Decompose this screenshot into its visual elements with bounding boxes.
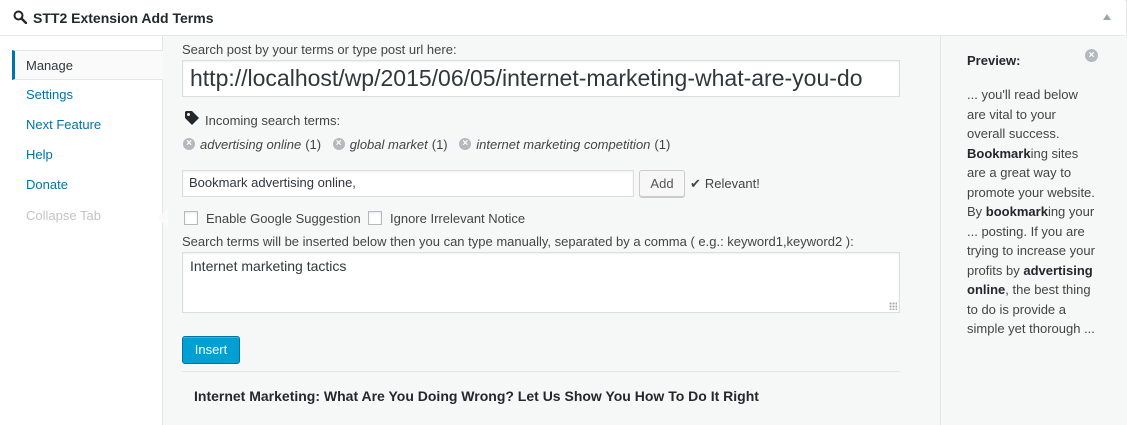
preview-highlight: bookmark — [985, 204, 1048, 219]
incoming-term: × internet marketing competition (1) — [459, 137, 670, 152]
sidebar-item-help[interactable]: Help — [12, 140, 163, 170]
preview-segment: ... you'll read below are vital to your … — [967, 87, 1078, 141]
term-text[interactable]: advertising online — [200, 137, 301, 152]
nav-pointer-arrow — [158, 208, 168, 228]
insert-button[interactable]: Insert — [182, 336, 240, 364]
divider — [182, 371, 900, 372]
add-button[interactable]: Add — [639, 170, 685, 197]
sidebar-item-donate[interactable]: Donate — [12, 170, 163, 200]
main-panel: Search post by your terms or type post u… — [162, 36, 940, 425]
google-suggestion-label[interactable]: Enable Google Suggestion — [206, 211, 361, 226]
term-count: (1) — [431, 136, 448, 152]
checkmark-icon: ✔ — [690, 176, 701, 191]
preview-title: Preview: — [967, 53, 1021, 68]
terms-textarea[interactable]: Internet marketing tactics — [182, 252, 900, 313]
incoming-term: × advertising online (1) — [183, 137, 321, 152]
sidebar-item-manage[interactable]: Manage — [12, 50, 163, 80]
incoming-terms-list: × advertising online (1) × global market… — [183, 134, 678, 152]
keyword-input[interactable]: Bookmark advertising online, — [182, 170, 634, 197]
sidebar-item-collapse-tab[interactable]: Collapse Tab — [12, 201, 163, 231]
url-label: Search post by your terms or type post u… — [182, 42, 457, 57]
instructions-text: Search terms will be inserted below then… — [182, 234, 854, 249]
ignore-notice-checkbox[interactable] — [368, 211, 382, 225]
sidebar-item-settings[interactable]: Settings — [12, 80, 163, 110]
sidebar-nav: Manage Settings Next Feature Help Donate… — [12, 36, 168, 425]
url-input[interactable]: http://localhost/wp/2015/06/05/internet-… — [182, 60, 900, 97]
collapse-toggle-icon[interactable] — [1103, 14, 1111, 20]
remove-term-icon[interactable]: × — [183, 138, 195, 150]
term-count: (1) — [305, 136, 322, 152]
google-suggestion-checkbox[interactable] — [184, 211, 198, 225]
preview-panel: Preview: × ... you'll read below are vit… — [940, 36, 1127, 425]
sidebar-item-next-feature[interactable]: Next Feature — [12, 110, 163, 140]
incoming-terms-label: Incoming search terms: — [205, 113, 341, 128]
terms-textarea-value: Internet marketing tactics — [190, 258, 347, 274]
meta-box-header: STT2 Extension Add Terms — [0, 0, 1125, 36]
preview-text: ... you'll read below are vital to your … — [967, 85, 1097, 339]
remove-term-icon[interactable]: × — [459, 138, 472, 150]
ignore-notice-label[interactable]: Ignore Irrelevant Notice — [390, 211, 525, 226]
preview-highlight: Bookmark — [967, 145, 1031, 161]
post-title: Internet Marketing: What Are You Doing W… — [194, 388, 759, 404]
term-text[interactable]: internet marketing competition — [476, 137, 650, 152]
incoming-term: × global market (1) — [332, 136, 448, 152]
term-text[interactable]: global market — [350, 137, 428, 152]
close-icon[interactable]: × — [1085, 49, 1098, 62]
left-gutter — [0, 36, 12, 425]
resize-handle-icon[interactable] — [889, 302, 897, 310]
remove-term-icon[interactable]: × — [332, 138, 345, 150]
term-count: (1) — [654, 136, 671, 152]
tag-icon — [185, 111, 199, 125]
search-icon — [13, 10, 27, 24]
relevant-status: ✔ Relevant! — [690, 176, 760, 192]
meta-box-title: STT2 Extension Add Terms — [33, 10, 214, 26]
relevant-text: Relevant! — [704, 176, 760, 191]
